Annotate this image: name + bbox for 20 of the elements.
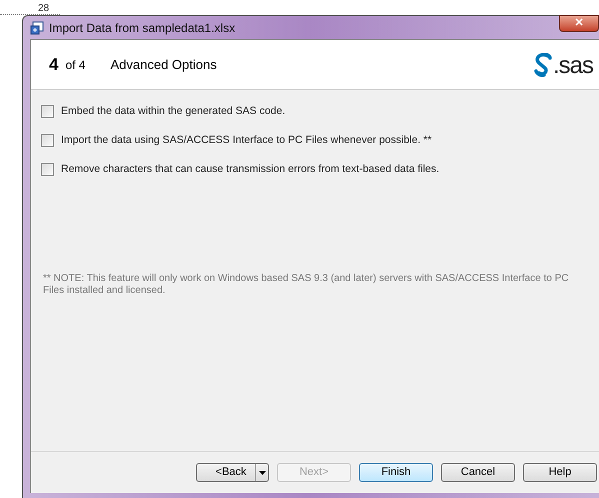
option-label: Remove characters that can cause transmission errors from text-based data files. <box>61 162 440 176</box>
logo-text: .sas <box>552 54 593 76</box>
dialog-button[interactable]: Finish <box>359 463 433 482</box>
line-number: 28 <box>38 3 50 14</box>
dialog-button[interactable]: Cancel <box>441 463 515 482</box>
step-count: of 4 <box>65 56 86 74</box>
window-title: Import Data from sampledata1.xlsx <box>49 20 236 36</box>
back-button[interactable]: <Back <box>196 463 269 482</box>
table-import-icon <box>30 20 44 34</box>
option-label: Embed the data within the generated SAS code. <box>61 104 286 119</box>
step-number: 4 <box>49 54 58 76</box>
checkbox[interactable] <box>41 134 54 148</box>
checkbox[interactable] <box>41 162 54 176</box>
caret-icon <box>259 470 266 474</box>
dialog-button[interactable]: Help <box>523 463 597 482</box>
swirl-logo-icon <box>532 52 553 76</box>
note-text: ** NOTE: This feature will only work on Windows based SAS 9.3 (and later) servers with SAS/ACCESS Interface to PC Files installed and licensed. <box>42 273 570 298</box>
page-title: Advanced Options <box>110 56 217 74</box>
option-label: Import the data using SAS/ACCESS Interface to PC Files whenever possible. ** <box>61 132 432 148</box>
checkbox[interactable] <box>41 105 54 118</box>
